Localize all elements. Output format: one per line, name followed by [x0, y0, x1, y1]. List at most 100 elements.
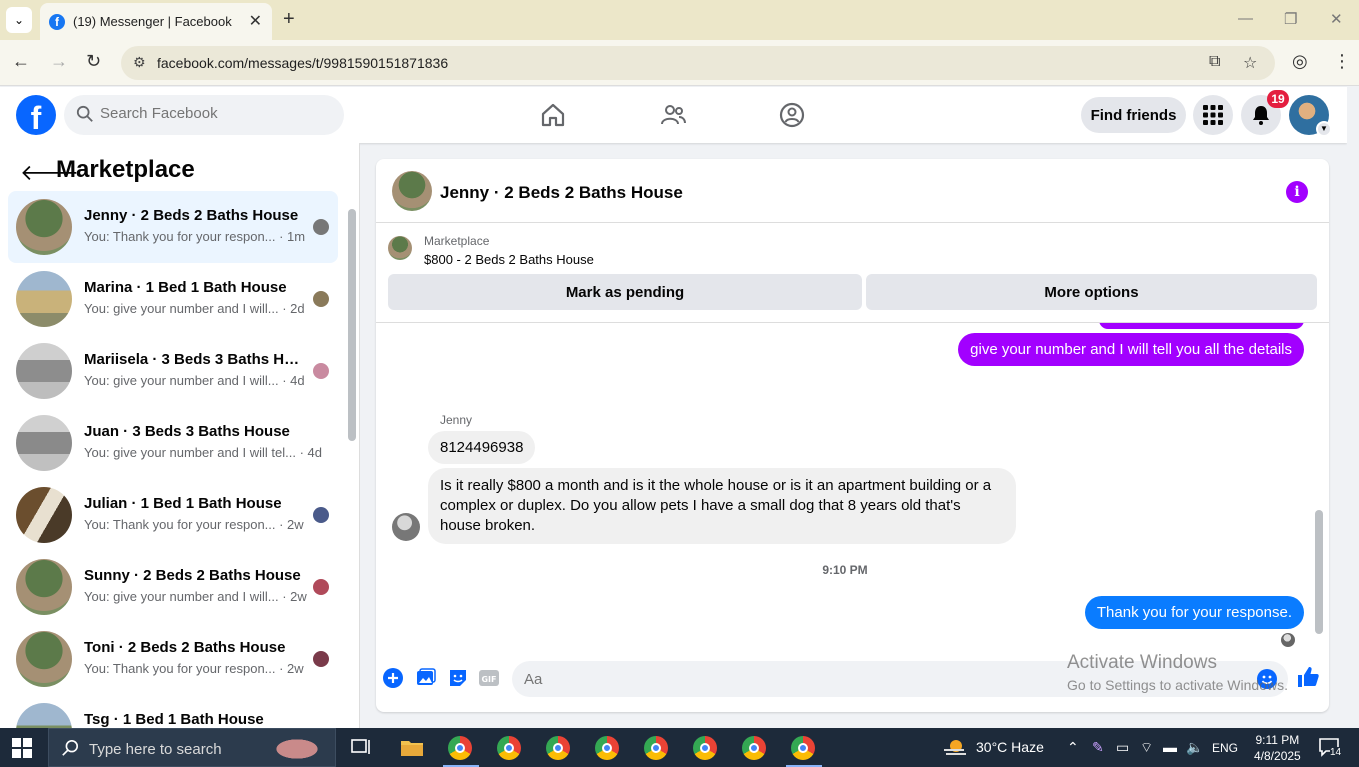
facebook-logo[interactable]: f — [16, 95, 56, 136]
message-bubble-incoming[interactable]: 8124496938 — [428, 431, 536, 464]
chrome-icon[interactable] — [693, 736, 719, 760]
conversation-item[interactable]: Toni · 2 Beds 2 Baths House You: Thank y… — [8, 623, 338, 695]
menu-grid-button[interactable] — [1193, 95, 1233, 135]
listing-label: Marketplace — [424, 234, 490, 248]
file-explorer-icon[interactable] — [399, 736, 425, 760]
conversation-name: Toni · 2 Beds 2 Baths House — [84, 639, 286, 656]
friends-icon[interactable] — [659, 101, 687, 129]
chrome-icon[interactable] — [644, 736, 670, 760]
chrome-icon[interactable] — [791, 736, 817, 760]
message-bubble-incoming[interactable]: Is it really $800 a month and is it the … — [428, 468, 1016, 544]
chevron-up-icon[interactable]: ⌃ — [1067, 739, 1079, 756]
conversation-item[interactable]: Marina · 1 Bed 1 Bath House You: give yo… — [8, 263, 338, 335]
taskbar-clock[interactable]: 9:11 PM 4/8/2025 — [1254, 732, 1301, 764]
address-bar[interactable]: ⚙ facebook.com/messages/t/99815901518718… — [121, 46, 1275, 80]
site-info-icon[interactable]: ⚙ — [133, 54, 146, 71]
bookmark-star-icon[interactable]: ☆ — [1243, 53, 1257, 73]
seen-avatar — [313, 219, 329, 235]
message-input[interactable] — [512, 661, 1288, 697]
install-app-icon[interactable]: ⧉ — [1209, 53, 1220, 71]
thumbs-up-icon[interactable] — [1296, 665, 1320, 689]
browser-tab-messenger[interactable]: f (19) Messenger | Facebook ✕ — [40, 3, 272, 40]
clock-date: 4/8/2025 — [1254, 749, 1301, 763]
conversation-name: Marina · 1 Bed 1 Bath House — [84, 279, 287, 296]
task-view-icon[interactable] — [349, 736, 375, 760]
listing-thumbnail — [16, 631, 72, 687]
page-scrollbar[interactable] — [1347, 87, 1359, 728]
weather-haze-icon[interactable] — [942, 736, 968, 760]
close-tab-icon[interactable]: ✕ — [249, 11, 262, 31]
chrome-icon[interactable] — [546, 736, 572, 760]
facebook-header: f Find friends 19 ▼ — [0, 87, 1347, 143]
chrome-icon[interactable] — [742, 736, 768, 760]
wifi-icon[interactable]: ⌔ — [1140, 739, 1153, 757]
chrome-logo-icon — [791, 736, 815, 760]
listing-thumbnail — [16, 415, 72, 471]
forward-arrow-icon[interactable]: → — [50, 51, 68, 72]
mark-as-pending-button[interactable]: Mark as pending — [388, 274, 862, 310]
listing-thumbnail — [16, 271, 72, 327]
gif-icon[interactable]: GIF — [478, 667, 500, 689]
sender-avatar[interactable] — [392, 513, 420, 541]
tab-search-button[interactable]: ⌄ — [6, 7, 32, 33]
url-text[interactable]: facebook.com/messages/t/9981590151871836 — [157, 55, 448, 71]
sender-name: Jenny — [440, 413, 473, 427]
language-indicator[interactable]: ENG — [1212, 741, 1238, 755]
info-icon[interactable]: i — [1286, 181, 1308, 203]
back-arrow-icon[interactable]: ← — [12, 51, 30, 72]
chrome-logo-icon — [448, 736, 472, 760]
windows-start-icon[interactable] — [12, 738, 32, 758]
conversation-item[interactable]: Juan · 3 Beds 3 Baths House You: give yo… — [8, 407, 338, 479]
meet-icon[interactable]: ▭ — [1116, 739, 1129, 756]
chat-title[interactable]: Jenny · 2 Beds 2 Baths House — [440, 183, 683, 203]
new-tab-icon[interactable]: + — [283, 8, 295, 31]
app-root: ⌄ f (19) Messenger | Facebook ✕ + — ❐ ✕ … — [0, 0, 1359, 767]
taskbar-search[interactable]: Type here to search — [48, 728, 336, 767]
plus-icon[interactable] — [382, 667, 404, 689]
conversation-item[interactable]: Mariisela · 3 Beds 3 Baths Ho... You: gi… — [8, 335, 338, 407]
conversation-preview: You: Thank you for your respon... · 2w — [84, 517, 304, 532]
browser-tabbar: ⌄ f (19) Messenger | Facebook ✕ + — ❐ ✕ — [0, 0, 1359, 40]
message-bubble-outgoing[interactable]: give your number and I will tell you all… — [958, 333, 1304, 366]
pen-icon[interactable]: ✎ — [1092, 739, 1104, 756]
profile-icon[interactable]: ◎ — [1292, 51, 1308, 72]
facebook-search[interactable] — [64, 95, 344, 135]
home-icon[interactable] — [539, 101, 567, 129]
sticker-icon[interactable] — [447, 667, 469, 689]
chat-avatar[interactable] — [392, 171, 432, 211]
chrome-icon[interactable] — [448, 736, 474, 760]
search-input[interactable] — [100, 105, 330, 122]
listing-thumbnail — [16, 559, 72, 615]
chrome-icon[interactable] — [497, 736, 523, 760]
windows-taskbar: Type here to search 30°C Haze ⌃ ✎ ▭ ⌔ ▬ … — [0, 728, 1359, 767]
listing-price[interactable]: $800 - 2 Beds 2 Baths House — [424, 252, 594, 267]
browser-menu-icon[interactable]: ⋮ — [1333, 51, 1351, 72]
listing-thumbnail — [16, 199, 72, 255]
bell-icon — [1253, 106, 1269, 125]
conversation-scrollbar[interactable] — [347, 193, 356, 723]
close-window-icon[interactable]: ✕ — [1330, 10, 1343, 28]
message-bubble-outgoing[interactable]: Thank you for your response. — [1084, 596, 1304, 629]
message-scrollbar[interactable] — [1314, 324, 1324, 649]
conversation-item[interactable]: Jenny · 2 Beds 2 Baths House You: Thank … — [8, 191, 338, 263]
grid-icon — [1203, 105, 1223, 125]
battery-icon[interactable]: ▬ — [1163, 739, 1177, 755]
find-friends-button[interactable]: Find friends — [1081, 97, 1186, 133]
conversation-item[interactable]: Julian · 1 Bed 1 Bath House You: Thank y… — [8, 479, 338, 551]
groups-icon[interactable] — [778, 101, 806, 129]
reload-icon[interactable]: ↻ — [86, 51, 101, 72]
conversation-item[interactable]: Tsg · 1 Bed 1 Bath House — [8, 695, 338, 728]
weather-text[interactable]: 30°C Haze — [976, 739, 1044, 755]
scrollbar-thumb[interactable] — [1315, 510, 1323, 634]
more-options-button[interactable]: More options — [866, 274, 1317, 310]
scrollbar-thumb[interactable] — [348, 209, 356, 441]
photo-icon[interactable] — [415, 667, 437, 689]
account-avatar[interactable]: ▼ — [1289, 95, 1332, 137]
conversation-item[interactable]: Sunny · 2 Beds 2 Baths House You: give y… — [8, 551, 338, 623]
minimize-icon[interactable]: — — [1238, 10, 1253, 27]
emoji-icon[interactable] — [1256, 668, 1278, 690]
chat-panel: Jenny · 2 Beds 2 Baths House i Marketpla… — [376, 159, 1329, 712]
volume-icon[interactable]: 🔈 — [1186, 739, 1203, 756]
chrome-icon[interactable] — [595, 736, 621, 760]
restore-icon[interactable]: ❐ — [1284, 10, 1297, 28]
